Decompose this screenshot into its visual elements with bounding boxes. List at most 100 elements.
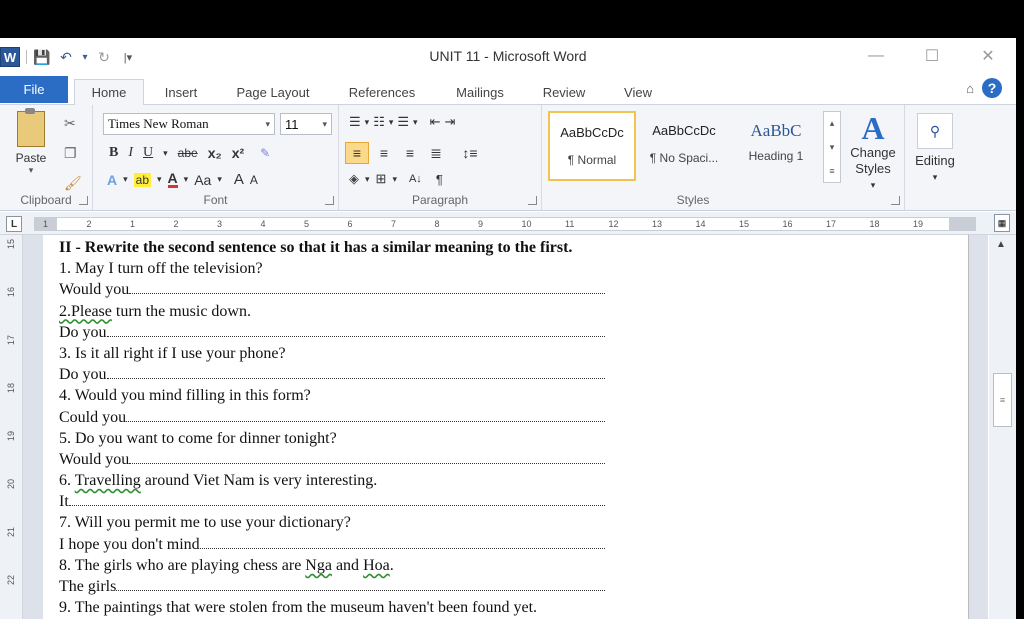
- styles-launcher-icon[interactable]: [891, 196, 900, 205]
- answer-blank[interactable]: [199, 534, 605, 549]
- document-page[interactable]: II - Rewrite the second sentence so that…: [43, 235, 968, 619]
- clear-formatting-icon[interactable]: ✎: [260, 146, 270, 160]
- style-heading-1[interactable]: AaBbC Heading 1: [732, 111, 820, 181]
- subscript-button[interactable]: x₂: [208, 145, 222, 161]
- paragraph-launcher-icon[interactable]: [528, 196, 537, 205]
- style-normal[interactable]: AaBbCcDc ¶ Normal: [548, 111, 636, 181]
- question-line: 9. The paintings that were stolen from t…: [59, 599, 538, 617]
- bold-button[interactable]: B: [109, 145, 118, 161]
- align-right-icon[interactable]: ≡: [399, 143, 421, 163]
- vertical-scrollbar[interactable]: ▲ ≡: [989, 235, 1016, 619]
- font-size-combo[interactable]: 11 ▾: [280, 113, 332, 135]
- underline-caret-icon[interactable]: ▾: [163, 148, 168, 159]
- underline-button[interactable]: U: [143, 145, 153, 161]
- font-name-combo[interactable]: Times New Roman ▾: [103, 113, 275, 135]
- ruler-tick-label: 2: [86, 219, 92, 229]
- answer-blank[interactable]: [68, 491, 605, 507]
- editing-button[interactable]: ⚲ Editing ▾: [905, 113, 965, 185]
- ruler-tick-label: 9: [478, 219, 484, 229]
- highlight-button[interactable]: ab: [133, 172, 152, 187]
- view-ruler-icon[interactable]: ▦: [994, 214, 1010, 232]
- answer-blank[interactable]: [106, 322, 605, 337]
- justify-icon[interactable]: ≣: [425, 143, 447, 163]
- answer-blank[interactable]: [106, 364, 605, 380]
- numbering-caret-icon[interactable]: ▾: [389, 117, 394, 128]
- paste-caret-icon: ▾: [28, 165, 34, 175]
- question-line: 7. Will you permit me to use your dictio…: [59, 514, 351, 532]
- text-effects-button[interactable]: A: [107, 172, 117, 188]
- scroll-thumb[interactable]: ≡: [993, 373, 1012, 427]
- grow-font-button[interactable]: A: [234, 171, 244, 188]
- change-styles-button[interactable]: A Change Styles ▾: [842, 111, 904, 193]
- styles-up-icon[interactable]: ▴: [830, 118, 835, 129]
- italic-button[interactable]: I: [128, 145, 133, 161]
- shrink-font-button[interactable]: A: [250, 173, 258, 187]
- sort-icon[interactable]: A↓: [409, 173, 422, 185]
- bullets-caret-icon[interactable]: ▾: [365, 117, 370, 128]
- exercise-heading: II - Rewrite the second sentence so that…: [59, 239, 573, 256]
- font-color-caret-icon[interactable]: ▾: [184, 174, 189, 185]
- minimize-button[interactable]: —: [848, 38, 904, 74]
- clipboard-launcher-icon[interactable]: [79, 196, 88, 205]
- tab-file[interactable]: File: [0, 76, 68, 103]
- paste-button[interactable]: Paste ▾: [10, 108, 52, 176]
- style-no-spacing[interactable]: AaBbCcDc ¶ No Spaci...: [640, 111, 728, 181]
- align-center-icon[interactable]: ≡: [373, 143, 395, 163]
- increase-indent-icon[interactable]: ⇥: [444, 114, 455, 130]
- title-bar: W 💾 ↶ ▾ ↻ |▾ UNIT 11 - Microsoft Word — …: [0, 38, 1016, 74]
- multilevel-list-icon[interactable]: ☰: [397, 114, 409, 130]
- borders-icon[interactable]: ⊞: [376, 171, 387, 187]
- change-case-caret-icon[interactable]: ▾: [217, 174, 222, 185]
- line-spacing-icon[interactable]: ↕≡: [459, 143, 481, 163]
- format-painter-icon[interactable]: 🖌: [64, 175, 82, 192]
- text-effects-caret-icon[interactable]: ▾: [123, 174, 128, 185]
- answer-line: Do you: [59, 364, 699, 385]
- font-launcher-icon[interactable]: [325, 196, 334, 205]
- maximize-button[interactable]: ☐: [904, 38, 960, 74]
- answer-blank[interactable]: [116, 576, 606, 591]
- answer-blank[interactable]: [126, 407, 606, 422]
- superscript-button[interactable]: x²: [232, 145, 244, 161]
- font-color-button[interactable]: A: [167, 171, 178, 188]
- tab-page-layout[interactable]: Page Layout: [224, 80, 322, 104]
- tab-references[interactable]: References: [338, 80, 426, 104]
- copy-icon[interactable]: ❐: [64, 145, 77, 162]
- tab-mailings[interactable]: Mailings: [444, 80, 516, 104]
- minimize-ribbon-icon[interactable]: ⌂: [966, 81, 974, 96]
- strikethrough-button[interactable]: abe: [178, 146, 198, 160]
- highlight-caret-icon[interactable]: ▾: [157, 174, 162, 185]
- cut-icon[interactable]: ✂: [64, 115, 76, 132]
- close-button[interactable]: ✕: [960, 38, 1016, 74]
- decrease-indent-icon[interactable]: ⇤: [430, 114, 441, 130]
- tab-review[interactable]: Review: [532, 80, 596, 104]
- scroll-up-icon[interactable]: ▲: [996, 239, 1006, 250]
- styles-gallery-scroll[interactable]: ▴ ▾ ≡: [823, 111, 841, 183]
- ruler-tick-label: 13: [652, 219, 663, 229]
- change-case-button[interactable]: Aa: [194, 172, 211, 188]
- editing-label: Editing: [915, 153, 955, 168]
- styles-down-icon[interactable]: ▾: [830, 142, 835, 153]
- answer-blank[interactable]: [129, 449, 606, 464]
- help-icon[interactable]: ?: [982, 78, 1002, 98]
- answer-line: I hope you don't mind: [59, 534, 699, 555]
- tab-home[interactable]: Home: [74, 79, 144, 106]
- tab-insert[interactable]: Insert: [152, 80, 210, 104]
- borders-caret-icon[interactable]: ▾: [392, 174, 397, 185]
- multilevel-caret-icon[interactable]: ▾: [413, 117, 418, 128]
- bullets-icon[interactable]: ☰: [349, 114, 361, 130]
- show-formatting-icon[interactable]: ¶: [436, 172, 443, 187]
- styles-more-icon[interactable]: ≡: [829, 166, 834, 176]
- vertical-ruler-tick-label: 18: [6, 383, 16, 394]
- answer-blank[interactable]: [129, 279, 606, 295]
- tab-view[interactable]: View: [612, 80, 664, 104]
- ruler-tick-label: 1: [130, 219, 136, 229]
- shading-caret-icon[interactable]: ▾: [365, 174, 370, 185]
- document-text[interactable]: II - Rewrite the second sentence so that…: [59, 237, 699, 618]
- align-left-icon[interactable]: ≡: [345, 142, 369, 164]
- vertical-ruler-tick-label: 19: [6, 431, 16, 442]
- ruler-bar[interactable]: 1 2 1 2 3 4 5 6 7 8 9 10 11 12 13 14 15 16 17 18 19: [34, 217, 976, 231]
- answer-line: It: [59, 491, 699, 512]
- shading-icon[interactable]: ◈: [349, 171, 359, 187]
- numbering-icon[interactable]: ☷: [373, 114, 385, 130]
- tab-selector-button[interactable]: L: [6, 216, 22, 232]
